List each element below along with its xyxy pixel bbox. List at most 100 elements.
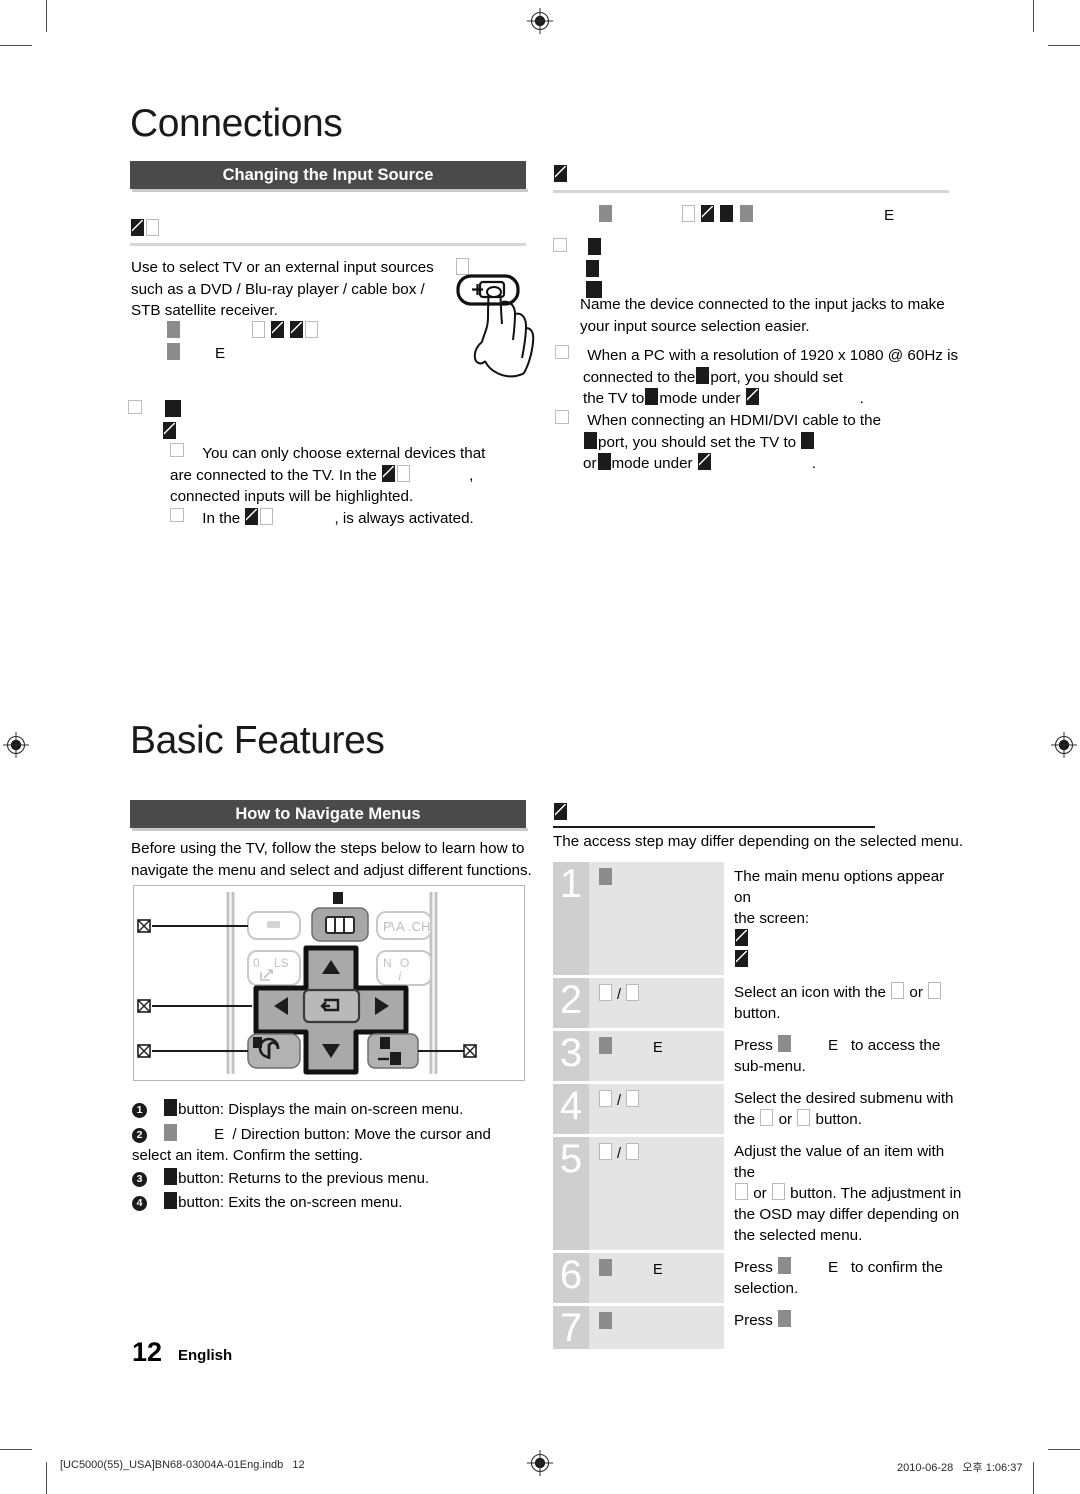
step-row: 4 / Select the desired submenu with the … (553, 1084, 965, 1134)
glyph-port-1 (696, 366, 710, 384)
svg-text:LS: LS (274, 956, 289, 970)
step-row: 6 E Press E to confirm the selection. (553, 1253, 965, 1303)
svg-text:.CH: .CH (408, 919, 430, 934)
step-row: 1 The main menu options appear on the sc… (553, 862, 965, 975)
note-pc-line3-mid: mode under (659, 390, 741, 407)
step-description: Press E to access the sub-menu. (734, 1035, 941, 1075)
glyph-right-arrow-key-5 (626, 1143, 640, 1160)
glyph-menu-icon-2 (167, 342, 180, 360)
step-number: 4 (553, 1084, 589, 1134)
step-row: 5 / Adjust the value of an item with the… (553, 1137, 965, 1250)
connections-right-note-hdmi: When connecting an HDMI/DVI cable to the… (555, 410, 965, 475)
chapter-title-basic-features: Basic Features (130, 719, 385, 762)
glyph-missing-6 (260, 508, 274, 525)
step-description: Press (724, 1306, 965, 1349)
legend-number-4: 4 (132, 1196, 147, 1211)
step-number: 1 (553, 862, 589, 975)
connections-left-note-1: You can only choose external devices tha… (170, 443, 486, 505)
section-bar-shadow-2 (132, 828, 528, 831)
step-number: 2 (553, 978, 589, 1028)
remote-legend-item-1: 1 button: Displays the main on-screen me… (132, 1099, 532, 1120)
connections-left-note-head (128, 400, 182, 443)
subhead-rule-left (130, 243, 526, 246)
note-hdmi-line3-pre: or (583, 455, 597, 472)
connections-right-note-pc: When a PC with a resolution of 1920 x 10… (555, 345, 965, 410)
legend-text-4: button: Exits the on-screen menu. (178, 1194, 403, 1211)
glyph-arrow-1 (271, 321, 285, 338)
glyph-menu-ref-1 (745, 388, 759, 405)
glyph-menu-icon-3 (599, 205, 612, 222)
svg-text:0: 0 (253, 956, 260, 970)
step-row: 2 / Select an icon with the or button. (553, 978, 965, 1028)
note-pc-line1: When a PC with a resolution of 1920 x 10… (587, 347, 959, 364)
glyph-source-list-1 (382, 464, 396, 482)
glyph-source-list-2 (245, 508, 259, 525)
glyph-return-button (164, 1168, 178, 1185)
note-hdmi-line1: When connecting an HDMI/DVI cable to the (587, 412, 882, 429)
note-pc-line3-pre: the TV to (583, 390, 645, 407)
glyph-enter-key-6 (599, 1259, 612, 1276)
remote-control-figure: P \ A .CH 0 LS N O i (133, 885, 525, 1081)
note-bullet-icon-2 (170, 443, 184, 457)
svg-text:\: \ (391, 919, 395, 934)
glyph-note-2 (163, 421, 176, 439)
section-bar-changing-input-source: Changing the Input Source (130, 161, 526, 189)
glyph-enter-inline-6 (778, 1257, 792, 1274)
step-description: Select an icon with the or button. (724, 978, 965, 1028)
glyph-edit-name-icon (554, 165, 567, 182)
glyph-dvi-mode-2 (597, 453, 611, 470)
step-row: 7 Press (553, 1306, 965, 1349)
step-key: / (589, 1137, 724, 1250)
glyph-source-icon-2 (290, 321, 304, 338)
svg-text:N: N (383, 956, 392, 970)
legend-number-2: 2 (132, 1128, 147, 1143)
subhead-edit-name-right (553, 165, 568, 184)
step-number: 6 (553, 1253, 589, 1303)
glyph-exit-button (164, 1192, 178, 1209)
glyph-right-arrow-5 (771, 1183, 785, 1200)
glyph-enter-inline-3 (778, 1035, 792, 1052)
step-number: 7 (553, 1306, 589, 1349)
step-description: Adjust the value of an item with the or … (734, 1143, 962, 1244)
glyph-menu-option-1 (735, 929, 748, 946)
page-language: English (178, 1347, 233, 1364)
connections-right-menu-path (598, 205, 918, 227)
section-bar-how-to-navigate-menus: How to Navigate Menus (130, 800, 526, 828)
subhead-rule-steps (553, 826, 875, 828)
glyph-note-head-icon (554, 803, 567, 820)
glyph-pc-mode (645, 388, 659, 405)
glyph-up-arrow-key (599, 984, 612, 1001)
glyph-missing-3 (252, 321, 265, 338)
imprint-left: [UC5000(55)_USA]BN68-03004A-01Eng.indb 1… (60, 1459, 305, 1471)
glyph-enter-button (164, 1124, 178, 1141)
glyph-arrow-2 (701, 205, 715, 222)
glyph-exit-key-7 (599, 1312, 612, 1329)
glyph-up-arrow-key-4 (599, 1090, 612, 1107)
step-key: E (589, 1031, 724, 1081)
glyph-source-icon (131, 219, 144, 236)
note-bullet-icon-5 (555, 345, 569, 359)
note-bullet-icon-4 (553, 238, 567, 252)
step-description: Press E to confirm the selection. (734, 1257, 943, 1297)
connections-right-menu-path-e: E (884, 207, 895, 224)
connections-right-note-head (553, 238, 603, 303)
note-hdmi-line3-mid: mode under (611, 455, 693, 472)
legend-text-3: button: Returns to the previous menu. (178, 1170, 430, 1187)
note-hdmi-line2: port, you should set the TV to (598, 433, 797, 451)
glyph-left-arrow-5 (735, 1183, 748, 1200)
glyph-input-1 (720, 205, 734, 222)
glyph-exit-inline-7 (778, 1310, 792, 1327)
step-key (589, 862, 724, 975)
connections-left-menu-path: E (166, 321, 466, 364)
connections-right-editname-desc: Name the device connected to the input j… (580, 296, 945, 335)
glyph-down-arrow-key (626, 984, 640, 1001)
note-pc-line2-post: port, you should set (710, 368, 843, 386)
glyph-step1-key (599, 868, 612, 885)
subhead-source-list-left (130, 219, 160, 238)
legend-text-2: / Direction button: Move the cursor and … (132, 1126, 491, 1164)
step-row: 3 E Press E to access the sub-menu. (553, 1031, 965, 1081)
imprint-right: 2010-06-28 오후 1:06:37 (897, 1462, 1023, 1474)
steps-note-text: The access step may differ depending on … (553, 833, 964, 850)
note-bullet-icon-3 (170, 508, 184, 522)
legend-text-1: button: Displays the main on-screen menu… (178, 1101, 464, 1118)
